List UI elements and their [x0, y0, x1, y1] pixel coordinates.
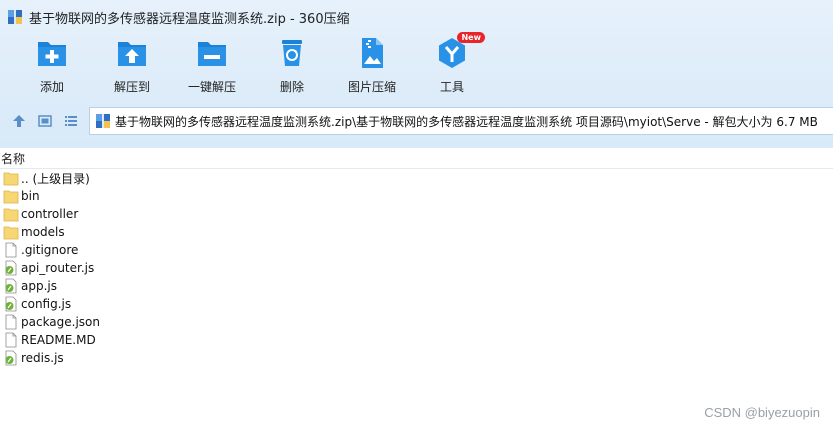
tools-button[interactable]: New 工具: [412, 32, 492, 98]
list-item[interactable]: config.js: [0, 295, 833, 313]
list-item[interactable]: controller: [0, 205, 833, 223]
file-name: controller: [21, 207, 79, 221]
list-item[interactable]: .gitignore: [0, 241, 833, 259]
file-name: app.js: [21, 279, 57, 293]
toolbar: 添加 解压到 一键解压 删除 图片压缩 New 工具: [0, 32, 833, 98]
image-compress-label: 图片压缩: [347, 80, 396, 94]
list-item[interactable]: README.MD: [0, 331, 833, 349]
add-icon: [38, 42, 66, 66]
tools-label: 工具: [439, 80, 464, 94]
watermark-text: CSDN @biyezuopin: [704, 405, 820, 420]
list-view-icon[interactable]: [63, 113, 79, 129]
one-click-extract-button[interactable]: 一键解压: [172, 36, 252, 98]
js-file-icon: [5, 278, 17, 294]
list-item[interactable]: app.js: [0, 277, 833, 295]
address-bar[interactable]: 基于物联网的多传感器远程温度监测系统.zip\基于物联网的多传感器远程温度监测系…: [89, 107, 833, 135]
file-name: bin: [21, 189, 40, 203]
delete-button[interactable]: 删除: [252, 36, 332, 98]
image-compress-icon: [362, 38, 383, 68]
list-item[interactable]: .. (上级目录): [0, 169, 833, 187]
file-name: package.json: [21, 315, 101, 329]
address-row: 基于物联网的多传感器远程温度监测系统.zip\基于物联网的多传感器远程温度监测系…: [0, 106, 833, 136]
extract-to-label: 解压到: [113, 80, 150, 94]
new-badge: New: [457, 32, 485, 43]
column-name-label: 名称: [1, 151, 26, 166]
address-path: 基于物联网的多传感器远程温度监测系统.zip\基于物联网的多传感器远程温度监测系…: [115, 114, 818, 129]
delete-icon: [282, 40, 302, 66]
file-name: .gitignore: [21, 243, 79, 257]
one-click-extract-icon: [198, 42, 226, 66]
js-file-icon: [5, 260, 17, 276]
file-name: config.js: [21, 297, 72, 311]
list-item[interactable]: bin: [0, 187, 833, 205]
js-file-icon: [5, 350, 17, 366]
list-item[interactable]: package.json: [0, 313, 833, 331]
top-panel: 基于物联网的多传感器远程温度监测系统.zip - 360压缩 添加 解压到 一键…: [0, 0, 833, 148]
window-title: 基于物联网的多传感器远程温度监测系统.zip - 360压缩: [29, 11, 350, 27]
file-name: .. (上级目录): [21, 171, 90, 186]
thumbnail-view-icon[interactable]: [37, 113, 53, 129]
document-icon: [5, 332, 17, 348]
file-name: README.MD: [21, 333, 96, 347]
file-list: .. (上级目录) bin controller models .gitigno…: [0, 169, 833, 367]
add-button[interactable]: 添加: [12, 36, 92, 98]
file-name: api_router.js: [21, 261, 95, 275]
folder-icon: [3, 172, 19, 186]
folder-icon: [3, 226, 19, 240]
folder-icon: [3, 208, 19, 222]
tools-icon-wrap: New: [435, 32, 485, 70]
file-name: models: [21, 225, 65, 239]
one-click-extract-label: 一键解压: [187, 80, 236, 94]
list-item[interactable]: api_router.js: [0, 259, 833, 277]
file-name: redis.js: [21, 351, 64, 365]
column-header-name[interactable]: 名称: [0, 148, 833, 169]
image-compress-button[interactable]: 图片压缩: [332, 36, 412, 98]
extract-to-icon: [118, 42, 146, 66]
archive-app-icon: [8, 10, 22, 24]
document-icon: [5, 314, 17, 330]
list-item[interactable]: models: [0, 223, 833, 241]
title-bar: 基于物联网的多传感器远程温度监测系统.zip - 360压缩: [0, 0, 833, 34]
js-file-icon: [5, 296, 17, 312]
delete-label: 删除: [279, 80, 304, 94]
folder-icon: [3, 190, 19, 204]
archive-icon: [96, 114, 110, 128]
list-item[interactable]: redis.js: [0, 349, 833, 367]
add-label: 添加: [39, 80, 64, 94]
document-icon: [5, 242, 17, 258]
extract-to-button[interactable]: 解压到: [92, 36, 172, 98]
up-arrow-icon[interactable]: [11, 113, 27, 129]
